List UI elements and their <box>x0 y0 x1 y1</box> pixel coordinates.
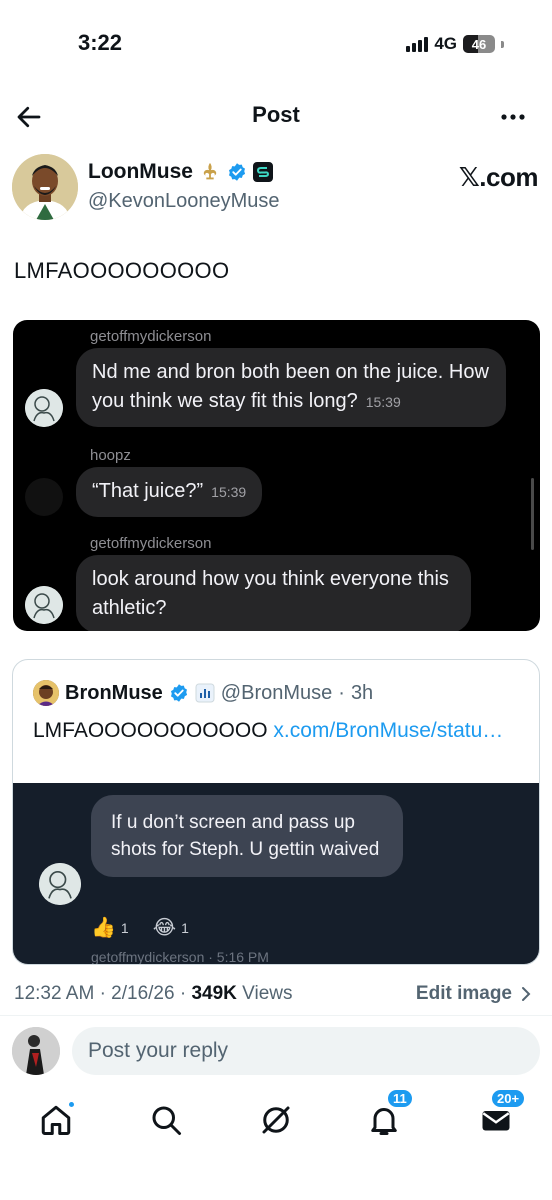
post-header: Post <box>0 96 552 136</box>
chat-bubble: Nd me and bron both been on the juice. H… <box>76 348 506 427</box>
quoted-text-block: LMFAOOOOOOOOOOO x.com/BronMuse/statu… <box>33 716 519 746</box>
chat-bubble-text: look around how you think everyone this … <box>92 568 449 619</box>
chat-timestamp: 15:39 <box>365 394 401 410</box>
tab-grok[interactable] <box>258 1102 294 1138</box>
author-handle[interactable]: @KevonLooneyMuse <box>88 190 280 213</box>
chat-sender: hoopz <box>90 447 131 464</box>
battery-icon: 46 <box>463 35 495 53</box>
tab-messages[interactable]: 20+ <box>478 1088 527 1138</box>
quoted-age: 3h <box>350 681 374 704</box>
fleur-de-lis-icon <box>203 162 217 180</box>
chat-bubble-text: “That juice?” <box>92 480 204 502</box>
page-title: Post <box>252 102 300 127</box>
quoted-separator: · <box>338 681 345 704</box>
author-avatar[interactable] <box>12 154 78 220</box>
reactions: 👍 1 😂 1 <box>91 915 207 940</box>
edit-image-button[interactable]: Edit image <box>416 983 532 1005</box>
user-avatar[interactable] <box>12 1027 60 1075</box>
meta-separator: · <box>99 983 106 1004</box>
chat-avatar <box>39 863 81 905</box>
divider <box>0 1015 552 1016</box>
reaction-count: 1 <box>181 919 189 936</box>
verified-icon <box>229 163 246 181</box>
chat-bubble: If u don’t screen and pass up shots for … <box>91 795 403 877</box>
chat-bubble: “That juice?” 15:39 <box>76 467 263 517</box>
status-time: 3:22 <box>78 30 123 55</box>
chat-avatar <box>25 478 63 516</box>
author-name-row: LoonMuse <box>88 160 273 184</box>
post-image[interactable]: getoffmydickerson Nd me and bron both be… <box>13 320 540 631</box>
views-label: Views <box>242 983 293 1004</box>
reaction-thumbs: 👍 1 <box>91 915 129 940</box>
quoted-avatar <box>33 680 59 706</box>
more-icon[interactable] <box>498 104 528 130</box>
battery-level: 46 <box>471 36 487 52</box>
thumbs-up-icon: 👍 <box>91 917 116 939</box>
post-time: 12:32 AM <box>14 983 95 1004</box>
source-label: 𝕏.com <box>458 162 539 192</box>
chat-avatar <box>25 389 63 427</box>
author-name[interactable]: LoonMuse <box>88 160 193 184</box>
image-scroll-indicator <box>531 478 534 550</box>
chevron-right-icon <box>522 987 531 1001</box>
quoted-header: BronMuse @BronMuse · 3h <box>33 680 373 706</box>
battery-cap <box>501 40 504 48</box>
chart-badge-icon <box>195 683 215 703</box>
chat-bubble-text: Nd me and bron both been on the juice. H… <box>92 361 489 412</box>
verified-icon <box>170 684 187 702</box>
status-bar: 3:22 4G 46 <box>0 0 552 90</box>
reaction-count: 1 <box>120 919 129 936</box>
quoted-handle: @BronMuse <box>220 681 333 704</box>
grok-icon <box>262 1106 290 1134</box>
quoted-image[interactable]: If u don’t screen and pass up shots for … <box>13 783 539 965</box>
chat-sender: getoffmydickerson <box>90 328 212 345</box>
laughing-face-icon: 😂 <box>152 917 177 939</box>
quoted-text: LMFAOOOOOOOOOOO <box>33 719 268 742</box>
post-date: 2/16/26 <box>111 983 175 1004</box>
tab-home[interactable] <box>38 1100 76 1138</box>
meta-separator: · <box>179 983 187 1004</box>
edit-image-label: Edit image <box>415 983 512 1004</box>
home-indicator-dot <box>67 1100 76 1109</box>
bottom-tab-bar: 11 20+ <box>0 1088 552 1150</box>
tab-search[interactable] <box>148 1102 184 1138</box>
tab-notifications[interactable]: 11 <box>366 1088 414 1138</box>
reply-input[interactable] <box>72 1027 540 1075</box>
chat-bubble-text: If u don’t screen and pass up shots for … <box>111 812 380 860</box>
messages-badge: 20+ <box>490 1088 527 1109</box>
app-badge-icon <box>253 162 273 182</box>
network-type: 4G <box>434 34 457 53</box>
post-author: LoonMuse @KevonLooneyMuse 𝕏.com <box>12 154 542 224</box>
chat-avatar <box>25 586 63 624</box>
chat-sender: getoffmydickerson <box>90 535 212 552</box>
quoted-name: BronMuse <box>65 681 163 704</box>
quoted-image-footer: getoffmydickerson · 5:16 PM <box>91 949 269 965</box>
search-icon <box>152 1106 181 1135</box>
notifications-badge: 11 <box>386 1088 414 1109</box>
chat-bubble: look around how you think everyone this … <box>76 555 471 631</box>
chat-timestamp: 15:39 <box>211 484 247 500</box>
quoted-link[interactable]: x.com/BronMuse/statu… <box>273 719 503 742</box>
post-meta: 12:32 AM · 2/16/26 · 349K Views <box>14 983 293 1005</box>
quoted-post[interactable]: BronMuse @BronMuse · 3h LMFAOOOOOOOOOOO … <box>12 659 540 965</box>
post-text: LMFAOOOOOOOOO <box>14 258 230 283</box>
views-count: 349K <box>191 983 237 1004</box>
reaction-laugh: 😂 1 <box>153 915 189 940</box>
signal-icon <box>406 36 429 52</box>
author-avatar-illustration <box>12 154 78 220</box>
status-indicators: 4G 46 <box>406 34 504 54</box>
